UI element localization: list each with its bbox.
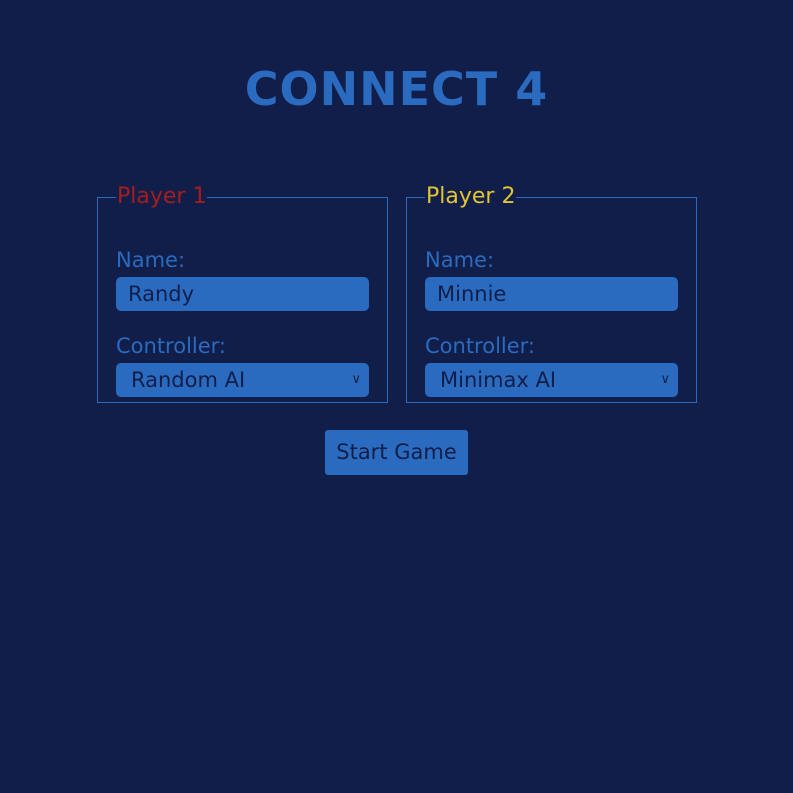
player-2-controller-label: Controller: <box>425 334 536 358</box>
page-title: CONNECT 4 <box>244 62 549 116</box>
player-2-name-label: Name: <box>425 248 495 272</box>
start-game-button[interactable]: Start Game <box>325 430 468 475</box>
chevron-down-icon: ∨ <box>351 372 361 387</box>
player-2-panel: Player 2 Name: Minnie Controller: Minima… <box>406 184 697 403</box>
player-2-controller-value: Minimax AI <box>440 368 557 392</box>
player-1-panel: Player 1 Name: Randy Controller: Random … <box>97 184 388 403</box>
player-2-name-input[interactable]: Minnie <box>425 277 678 311</box>
player-1-legend: Player 1 <box>117 184 207 209</box>
player-2-legend: Player 2 <box>426 184 516 209</box>
player-1-controller-select[interactable]: Random AI ∨ <box>116 363 369 397</box>
player-1-name-input[interactable]: Randy <box>116 277 369 311</box>
chevron-down-icon: ∨ <box>660 372 670 387</box>
player-2-controller-select[interactable]: Minimax AI ∨ <box>425 363 678 397</box>
player-1-name-label: Name: <box>116 248 186 272</box>
player-1-controller-label: Controller: <box>116 334 227 358</box>
player-1-controller-value: Random AI <box>131 368 246 392</box>
